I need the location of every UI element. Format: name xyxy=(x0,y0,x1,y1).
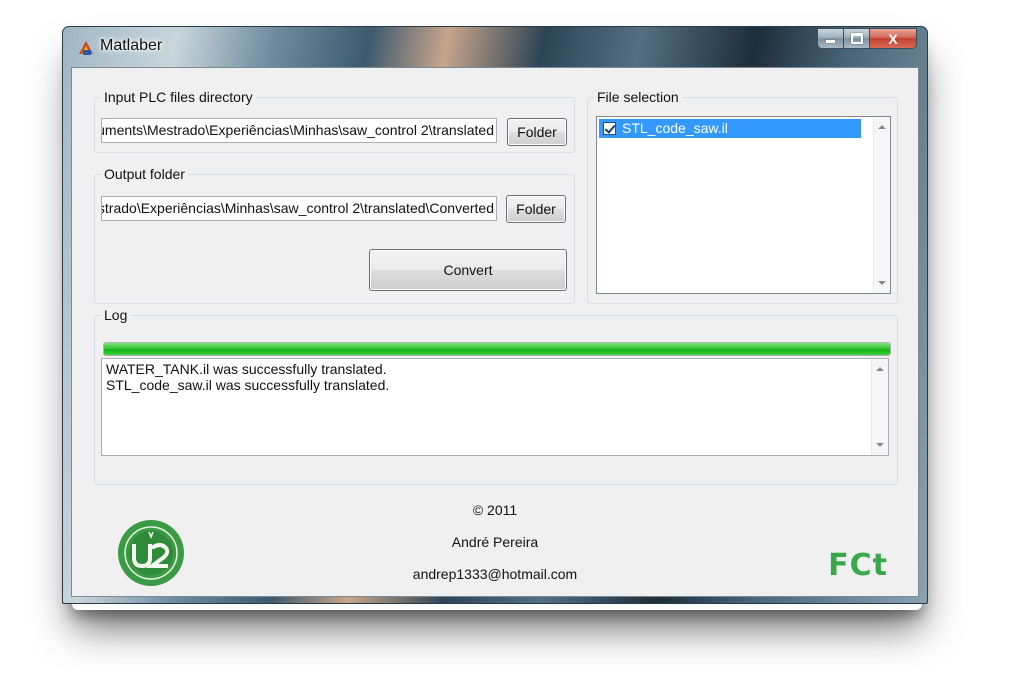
output-path-field[interactable]: C:\Users\André\Documents\Mestrado\Experi… xyxy=(101,196,497,221)
scroll-down-icon[interactable] xyxy=(876,443,884,447)
fct-logo: FCt xyxy=(828,548,888,583)
input-path-value: C:\Users\André\Documents\Mestrado\Experi… xyxy=(102,122,494,138)
input-folder-button[interactable]: Folder xyxy=(507,118,567,146)
scroll-down-icon[interactable] xyxy=(878,281,886,285)
output-path-value: C:\Users\André\Documents\Mestrado\Experi… xyxy=(102,200,494,216)
university-seal-logo xyxy=(118,520,184,586)
convert-button-label: Convert xyxy=(443,262,493,278)
maximize-icon xyxy=(850,33,863,44)
window-title: Matlaber xyxy=(100,37,163,54)
file-selection-group: File selection STL_code_saw.il xyxy=(587,88,898,304)
copyright-text: © 2011 xyxy=(472,502,518,518)
file-list-item[interactable]: STL_code_saw.il xyxy=(599,119,861,138)
progress-fill xyxy=(104,343,890,355)
close-icon: X xyxy=(888,30,898,47)
output-folder-button[interactable]: Folder xyxy=(506,195,566,223)
fct-logo-text: FCt xyxy=(828,548,888,583)
file-list-scrollbar[interactable] xyxy=(873,117,890,293)
log-label: Log xyxy=(101,306,131,324)
author-email: andrep1333@hotmail.com xyxy=(412,566,578,582)
author-name: André Pereira xyxy=(451,534,539,550)
title-bar[interactable]: Matlaber X xyxy=(63,27,927,67)
input-folder-button-label: Folder xyxy=(517,124,557,140)
close-button[interactable]: X xyxy=(870,28,917,49)
file-name: STL_code_saw.il xyxy=(622,120,728,136)
scroll-up-icon[interactable] xyxy=(876,367,884,371)
minimize-icon xyxy=(826,40,835,43)
log-text: WATER_TANK.il was successfully translate… xyxy=(106,361,389,393)
file-selection-label: File selection xyxy=(594,88,682,106)
file-list[interactable]: STL_code_saw.il xyxy=(596,116,891,294)
input-directory-group: Input PLC files directory C:\Users\André… xyxy=(94,88,575,153)
log-line: STL_code_saw.il was successfully transla… xyxy=(106,377,390,393)
scroll-up-icon[interactable] xyxy=(878,125,886,129)
input-path-field[interactable]: C:\Users\André\Documents\Mestrado\Experi… xyxy=(101,118,497,143)
maximize-button[interactable] xyxy=(844,28,870,49)
input-directory-label: Input PLC files directory xyxy=(101,88,256,106)
log-output[interactable]: WATER_TANK.il was successfully translate… xyxy=(101,358,889,456)
file-checkbox[interactable] xyxy=(603,122,616,135)
log-scrollbar[interactable] xyxy=(871,359,888,455)
progress-bar xyxy=(103,342,891,356)
app-icon xyxy=(79,41,93,55)
log-line: WATER_TANK.il was successfully translate… xyxy=(106,361,387,377)
output-folder-group: Output folder C:\Users\André\Documents\M… xyxy=(94,165,575,304)
output-folder-label: Output folder xyxy=(101,165,188,183)
minimize-button[interactable] xyxy=(817,28,844,49)
client-area: Input PLC files directory C:\Users\André… xyxy=(71,67,919,597)
log-group: Log WATER_TANK.il was successfully trans… xyxy=(94,306,898,485)
convert-button[interactable]: Convert xyxy=(369,249,567,291)
app-window: Matlaber X Input PLC files directory C:\… xyxy=(62,26,928,604)
output-folder-button-label: Folder xyxy=(516,201,556,217)
